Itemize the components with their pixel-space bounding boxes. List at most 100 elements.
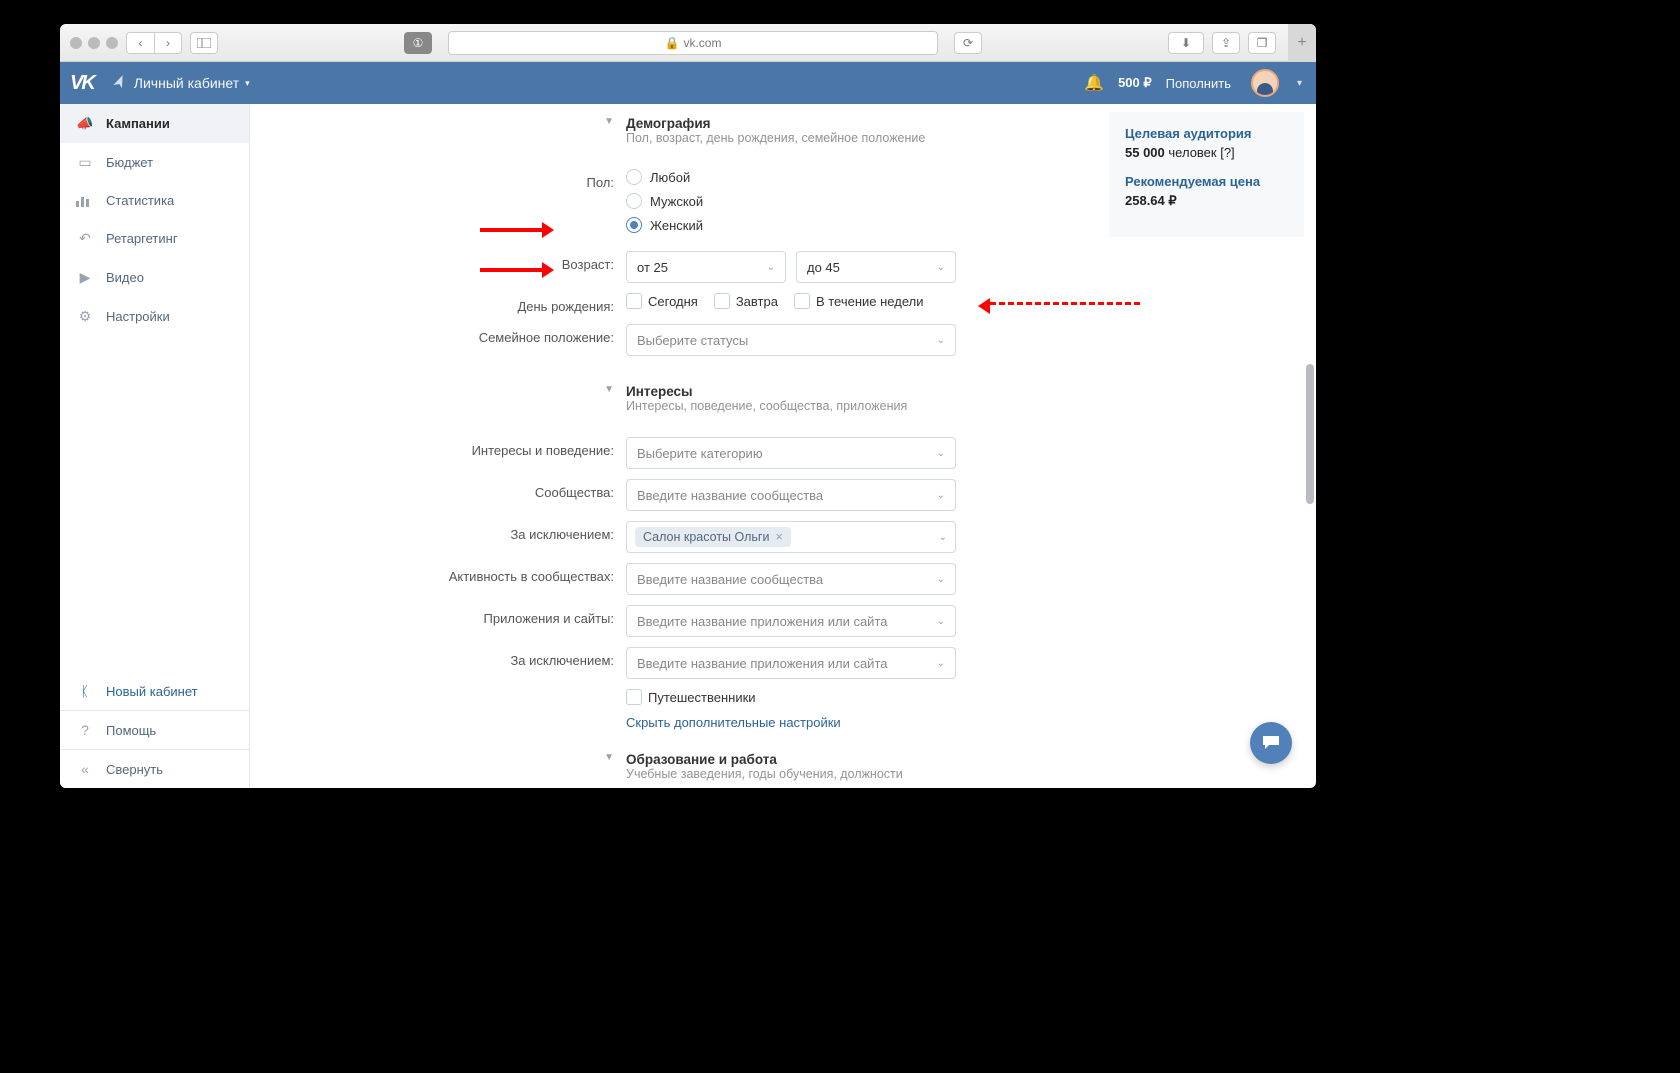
back-button[interactable]: ‹	[126, 32, 154, 54]
radio-gender-male[interactable]: Мужской	[626, 193, 956, 209]
chevron-down-icon: ⌄	[767, 262, 775, 273]
aside-panel: Целевая аудитория 55 000 человек [?] Рек…	[1109, 112, 1304, 237]
radio-icon	[626, 217, 642, 233]
select-behavior[interactable]: Выберите категорию⌄	[626, 437, 956, 469]
label-behavior: Интересы и поведение:	[270, 437, 626, 458]
sidebar-item-settings[interactable]: ⚙ Настройки	[60, 297, 249, 336]
select-communities[interactable]: Введите название сообщества⌄	[626, 479, 956, 511]
stats-icon	[76, 195, 94, 207]
privacy-button[interactable]: ①	[404, 32, 432, 54]
checkbox-birthday-week[interactable]: В течение недели	[794, 293, 924, 309]
address-bar[interactable]: 🔒 vk.com	[448, 31, 938, 55]
sidebar-item-collapse[interactable]: « Свернуть	[60, 750, 249, 788]
key-icon: ᛕ	[76, 683, 94, 699]
checkbox-travelers[interactable]: Путешественники	[626, 689, 756, 705]
annotation-arrow	[480, 268, 550, 272]
sidebar-item-label: Статистика	[106, 193, 174, 208]
sidebar-item-campaigns[interactable]: 📣 Кампании	[60, 104, 249, 143]
sidebar-item-budget[interactable]: ▭ Бюджет	[60, 143, 249, 182]
select-marital[interactable]: Выберите статусы⌄	[626, 324, 956, 356]
select-activity[interactable]: Введите название сообщества⌄	[626, 563, 956, 595]
chevron-down-icon[interactable]: ▾	[1297, 78, 1302, 89]
vk-header: VK Личный кабинет ▾ 🔔 500 ₽ Пополнить ▾	[60, 62, 1316, 104]
traffic-lights	[70, 37, 118, 49]
chevron-down-icon[interactable]: ▼	[604, 384, 614, 395]
radio-gender-any[interactable]: Любой	[626, 169, 956, 185]
wallet-icon: ▭	[76, 154, 94, 171]
minimize-window-icon[interactable]	[88, 37, 100, 49]
sidebar-item-help[interactable]: ? Помощь	[60, 711, 249, 749]
label-except-communities: За исключением:	[270, 521, 626, 542]
checkbox-icon	[794, 293, 810, 309]
sidebar-item-label: Настройки	[106, 309, 170, 324]
cabinet-dropdown[interactable]: Личный кабинет ▾	[134, 75, 250, 91]
section-subtitle: Пол, возраст, день рождения, семейное по…	[626, 131, 956, 145]
tabs-button[interactable]: ❐	[1248, 32, 1276, 54]
chevron-down-icon: ⌄	[937, 658, 945, 669]
sidebar-item-label: Видео	[106, 270, 144, 285]
chevron-down-icon[interactable]: ▼	[604, 752, 614, 763]
bell-icon[interactable]: 🔔	[1084, 73, 1104, 93]
checkbox-birthday-today[interactable]: Сегодня	[626, 293, 698, 309]
help-icon: ?	[76, 722, 94, 738]
select-apps[interactable]: Введите название приложения или сайта⌄	[626, 605, 956, 637]
annotation-arrow	[480, 228, 550, 232]
sidebar-toggle-button[interactable]	[190, 32, 218, 54]
share-button[interactable]: ⇪	[1212, 32, 1240, 54]
sidebar-item-label: Помощь	[106, 723, 156, 738]
maximize-window-icon[interactable]	[106, 37, 118, 49]
sidebar-item-label: Кампании	[106, 116, 170, 131]
chevron-down-icon[interactable]: ▼	[604, 116, 614, 127]
sidebar-item-video[interactable]: ▶ Видео	[60, 258, 249, 297]
sidebar-item-stats[interactable]: Статистика	[60, 182, 249, 219]
section-title-education: Образование и работа	[626, 752, 956, 767]
send-icon	[110, 74, 128, 92]
hide-advanced-link[interactable]: Скрыть дополнительные настройки	[626, 715, 841, 730]
checkbox-birthday-tomorrow[interactable]: Завтра	[714, 293, 778, 309]
url-text: vk.com	[683, 36, 721, 50]
sidebar-item-label: Свернуть	[106, 762, 163, 777]
forward-button[interactable]: ›	[154, 32, 182, 54]
gear-icon: ⚙	[76, 308, 94, 325]
vk-logo[interactable]: VK	[70, 72, 94, 95]
radio-gender-female[interactable]: Женский	[626, 217, 956, 233]
close-window-icon[interactable]	[70, 37, 82, 49]
reload-button[interactable]: ⟳	[954, 32, 982, 54]
annotation-arrowhead	[970, 295, 984, 309]
chat-icon	[1261, 734, 1281, 752]
sidebar-item-new-cabinet[interactable]: ᛕ Новый кабинет	[60, 672, 249, 710]
aside-price-title: Рекомендуемая цена	[1125, 174, 1288, 189]
video-icon: ▶	[76, 269, 94, 286]
label-communities: Сообщества:	[270, 479, 626, 500]
select-age-to[interactable]: до 45⌄	[796, 251, 956, 283]
select-age-from[interactable]: от 25⌄	[626, 251, 786, 283]
aside-audience-title: Целевая аудитория	[1125, 126, 1288, 141]
select-except-apps[interactable]: Введите название приложения или сайта⌄	[626, 647, 956, 679]
scrollbar-thumb[interactable]	[1306, 364, 1314, 504]
remove-tag-icon[interactable]: ×	[775, 530, 782, 544]
new-tab-button[interactable]: +	[1288, 24, 1316, 62]
retarget-icon: ↶	[76, 230, 94, 247]
chevron-down-icon: ⌄	[937, 490, 945, 501]
chevron-down-icon: ⌄	[939, 532, 947, 543]
annotation-arrow-dashed	[990, 302, 1140, 305]
browser-window: ‹ › ① 🔒 vk.com ⟳ ⬇ ⇪ ❐ + VK	[60, 24, 1316, 788]
chevron-down-icon: ⌄	[937, 616, 945, 627]
collapse-icon: «	[76, 761, 94, 777]
download-button[interactable]: ⬇	[1168, 32, 1204, 54]
aside-audience-value: 55 000 человек [?]	[1125, 145, 1288, 160]
radio-icon	[626, 193, 642, 209]
section-subtitle: Интересы, поведение, сообщества, приложе…	[626, 399, 956, 413]
megaphone-icon: 📣	[76, 115, 94, 132]
select-except-communities[interactable]: Салон красоты Ольги× ⌄	[626, 521, 956, 553]
label-except-apps: За исключением:	[270, 647, 626, 668]
sidebar-item-retargeting[interactable]: ↶ Ретаргетинг	[60, 219, 249, 258]
chevron-down-icon: ▾	[245, 78, 250, 89]
topup-link[interactable]: Пополнить	[1166, 76, 1231, 91]
label-gender: Пол:	[270, 169, 626, 190]
checkbox-icon	[714, 293, 730, 309]
chat-fab[interactable]	[1250, 722, 1292, 764]
chevron-down-icon: ⌄	[937, 335, 945, 346]
avatar[interactable]	[1251, 69, 1279, 97]
tag-except-community: Салон красоты Ольги×	[635, 527, 791, 547]
